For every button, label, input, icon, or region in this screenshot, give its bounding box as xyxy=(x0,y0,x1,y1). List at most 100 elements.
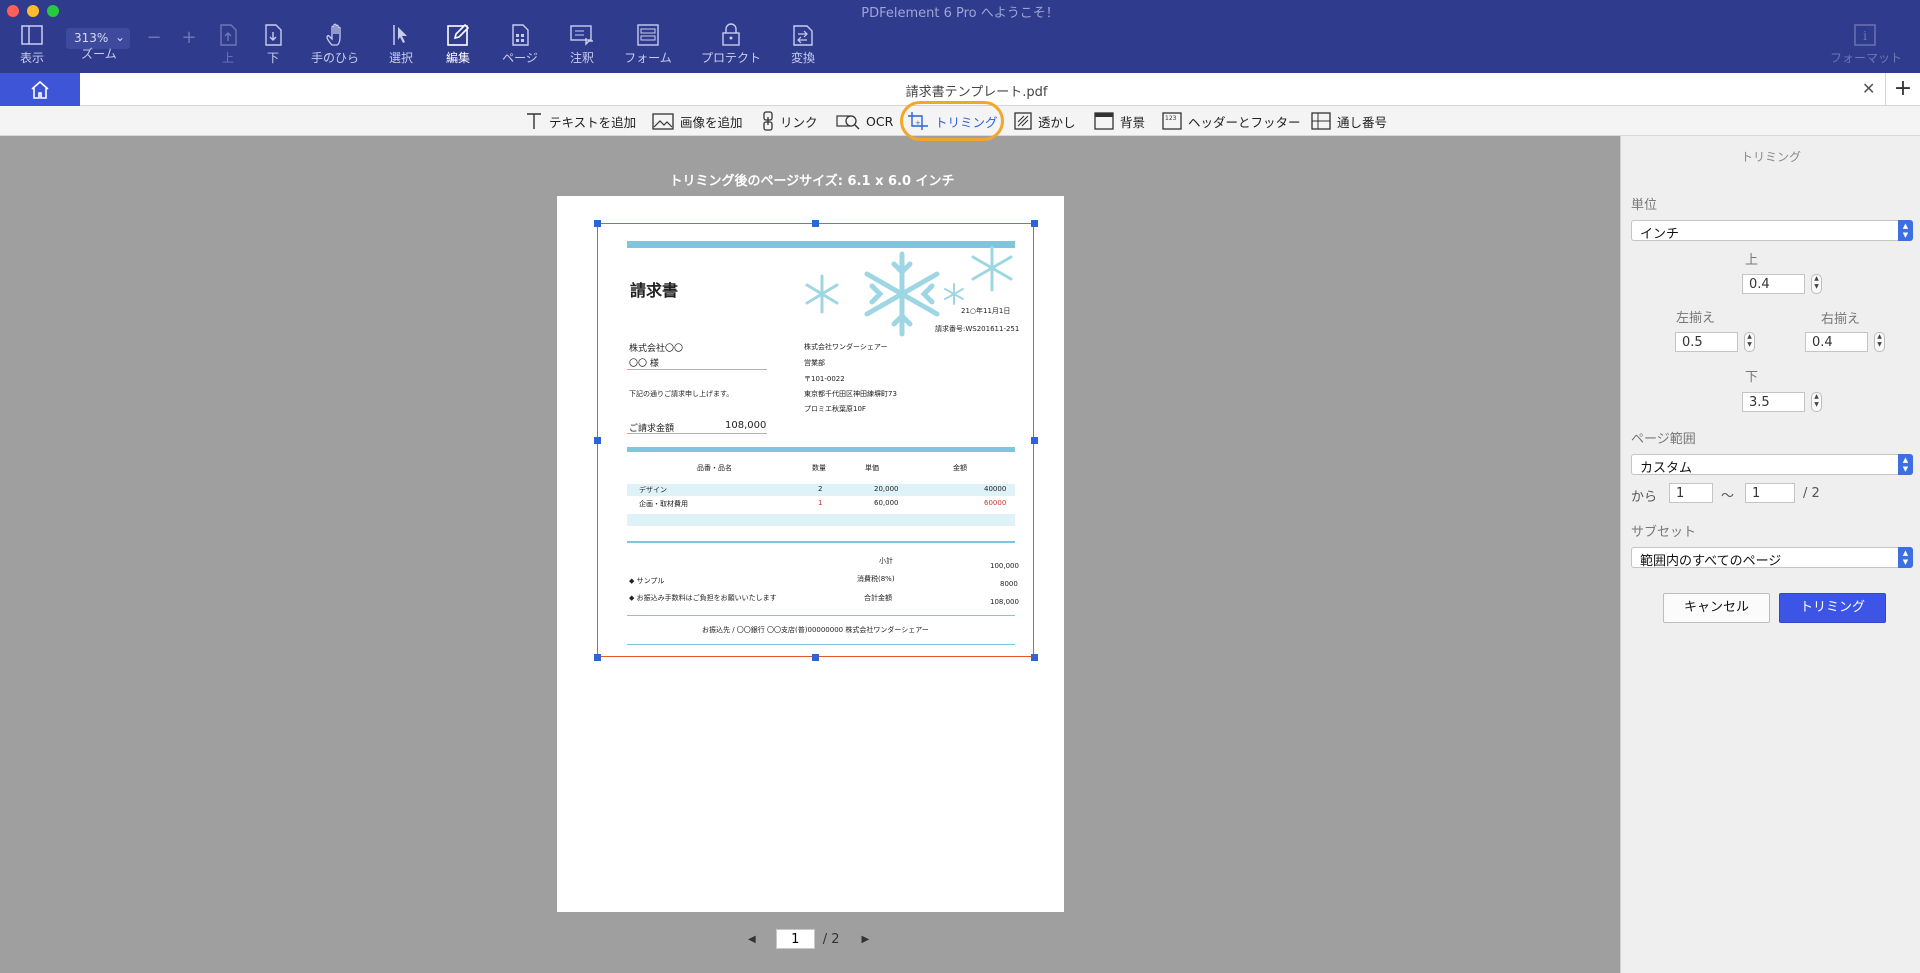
cancel-button[interactable]: キャンセル xyxy=(1663,593,1770,623)
subset-value: 範囲内のすべてのページ xyxy=(1640,554,1782,569)
crop-handle-right[interactable] xyxy=(1031,437,1038,444)
toolbar-select-button[interactable]: 選択 xyxy=(387,22,415,70)
add-image-label: 画像を追加 xyxy=(680,114,743,130)
home-tab[interactable] xyxy=(0,73,80,106)
plus-icon: + xyxy=(1893,76,1913,101)
page-number-input[interactable] xyxy=(775,929,815,949)
left-margin-stepper[interactable]: ▲ ▼ xyxy=(1744,332,1755,352)
right-margin-stepper[interactable]: ▲ ▼ xyxy=(1874,332,1885,352)
header-footer-button[interactable]: 123 ヘッダーとフッター xyxy=(1162,110,1301,132)
crop-apply-button[interactable]: トリミング xyxy=(1779,593,1886,623)
crop-panel: トリミング 単位 インチ ▲ ▼ 上 0.4 ▲ ▼ 左揃え 0.5 ▲ ▼ 右揃え … xyxy=(1620,136,1920,973)
toolbar-view-label: 表示 xyxy=(19,51,44,65)
ocr-button[interactable]: OCR xyxy=(836,110,893,132)
watermark-label: 透かし xyxy=(1038,114,1076,130)
toolbar-edit-label: 編集 xyxy=(445,51,470,65)
document-tab-title[interactable]: 請求書テンプレート.pdf xyxy=(80,81,1873,100)
cropped-page-size-label: トリミング後のページサイズ: 6.1 x 6.0 インチ xyxy=(669,174,955,189)
page-range-value: カスタム xyxy=(1640,461,1693,476)
ocr-label: OCR xyxy=(866,113,894,129)
toolbar-hand-button[interactable]: 手のひら xyxy=(309,22,361,70)
next-page-icon[interactable]: ▶ xyxy=(862,934,870,945)
left-margin-label: 左揃え xyxy=(1676,311,1716,326)
unit-value: インチ xyxy=(1640,227,1680,242)
right-margin-input[interactable]: 0.4 xyxy=(1805,332,1868,352)
subset-label: サブセット xyxy=(1631,525,1697,540)
chevron-down-icon: ⌄ xyxy=(114,30,125,44)
toolbar-view-button[interactable]: 表示 xyxy=(14,22,50,70)
add-tab-button[interactable]: + xyxy=(1885,73,1920,106)
prev-page-icon[interactable]: ◀ xyxy=(748,934,756,945)
top-margin-input[interactable]: 0.4 xyxy=(1742,274,1805,294)
toolbar-page-down-button[interactable]: 下 xyxy=(261,22,285,70)
crop-handle-bottom-left[interactable] xyxy=(594,654,601,661)
page-range-select[interactable]: カスタム ▲ ▼ xyxy=(1631,454,1913,476)
toolbar-convert-button[interactable]: 変換 xyxy=(788,22,818,70)
add-image-button[interactable]: 画像を追加 xyxy=(652,110,743,132)
unit-label: 単位 xyxy=(1631,198,1658,213)
page-total: / 2 xyxy=(822,931,840,947)
zoom-out-button[interactable]: − xyxy=(146,27,162,75)
toolbar-convert-label: 変換 xyxy=(790,51,815,65)
subset-select[interactable]: 範囲内のすべてのページ ▲ ▼ xyxy=(1631,547,1913,569)
toolbar-form-label: フォーム xyxy=(624,51,672,65)
add-text-button[interactable]: テキストを追加 xyxy=(525,110,636,132)
background-button[interactable]: 背景 xyxy=(1094,110,1145,132)
crop-rectangle[interactable] xyxy=(597,223,1034,657)
lock-icon xyxy=(700,22,762,48)
comment-icon xyxy=(568,22,596,48)
close-tab-icon[interactable]: ✕ xyxy=(1862,79,1875,98)
toolbar-page-up-button[interactable]: 上 xyxy=(216,22,240,70)
page-navigator: ◀ / 2 ▶ xyxy=(748,928,869,950)
toolbar-edit-button[interactable]: 編集 xyxy=(443,22,473,70)
range-tilde: 〜 xyxy=(1721,489,1735,504)
toolbar-comment-button[interactable]: 注釈 xyxy=(568,22,596,70)
svg-text:i: i xyxy=(1863,29,1867,43)
watermark-button[interactable]: 透かし xyxy=(1014,110,1076,132)
image-add-icon xyxy=(652,113,674,130)
toolbar-page-down-label: 下 xyxy=(266,51,279,65)
form-icon xyxy=(624,22,672,48)
toolbar-form-button[interactable]: フォーム xyxy=(624,22,672,70)
hand-icon xyxy=(309,22,361,48)
link-button[interactable]: リンク xyxy=(762,110,818,132)
right-margin-label: 右揃え xyxy=(1821,312,1861,327)
range-to-input[interactable]: 1 xyxy=(1745,483,1795,503)
range-from-label: から xyxy=(1631,490,1658,505)
bates-number-button[interactable]: 通し番号 xyxy=(1311,110,1387,132)
watermark-icon xyxy=(1014,112,1032,130)
pdf-page[interactable]: 請求書 21○年11月1日 請求番号:WS201611-251 株式会社〇〇 〇… xyxy=(557,196,1064,912)
bottom-margin-stepper[interactable]: ▲ ▼ xyxy=(1811,392,1822,412)
minus-icon: − xyxy=(146,27,162,48)
crop-handle-top-left[interactable] xyxy=(594,220,601,227)
select-arrows-icon: ▲ ▼ xyxy=(1898,547,1913,568)
info-icon: i xyxy=(1830,22,1900,48)
crop-handle-bottom-right[interactable] xyxy=(1031,654,1038,661)
zoom-in-button[interactable]: + xyxy=(181,27,197,75)
select-arrows-icon: ▲ ▼ xyxy=(1898,220,1913,241)
toolbar-hand-label: 手のひら xyxy=(310,51,359,65)
page-down-icon xyxy=(261,22,285,48)
sidebar-view-icon xyxy=(14,22,50,48)
left-margin-input[interactable]: 0.5 xyxy=(1675,332,1738,352)
top-margin-label: 上 xyxy=(1745,253,1759,268)
background-label: 背景 xyxy=(1120,114,1146,130)
crop-handle-top-right[interactable] xyxy=(1031,220,1038,227)
unit-select[interactable]: インチ ▲ ▼ xyxy=(1631,220,1913,242)
link-icon xyxy=(763,111,773,131)
toolbar-format-label: フォーマット xyxy=(1830,51,1903,65)
toolbar-protect-button[interactable]: プロテクト xyxy=(700,22,762,70)
convert-icon xyxy=(788,22,818,48)
crop-handle-left[interactable] xyxy=(594,437,601,444)
range-from-input[interactable]: 1 xyxy=(1669,483,1713,503)
toolbar-page-button[interactable]: ページ xyxy=(500,22,540,70)
plus-icon: + xyxy=(181,27,197,48)
top-margin-stepper[interactable]: ▲ ▼ xyxy=(1811,274,1822,294)
panel-title: トリミング xyxy=(1740,150,1801,164)
bottom-margin-input[interactable]: 3.5 xyxy=(1742,392,1805,412)
svg-text:123: 123 xyxy=(1165,115,1177,122)
crop-handle-bottom[interactable] xyxy=(812,654,819,661)
crop-handle-top[interactable] xyxy=(812,220,819,227)
toolbar-format-button[interactable]: i フォーマット xyxy=(1830,22,1903,70)
range-total: / 2 xyxy=(1803,486,1820,501)
